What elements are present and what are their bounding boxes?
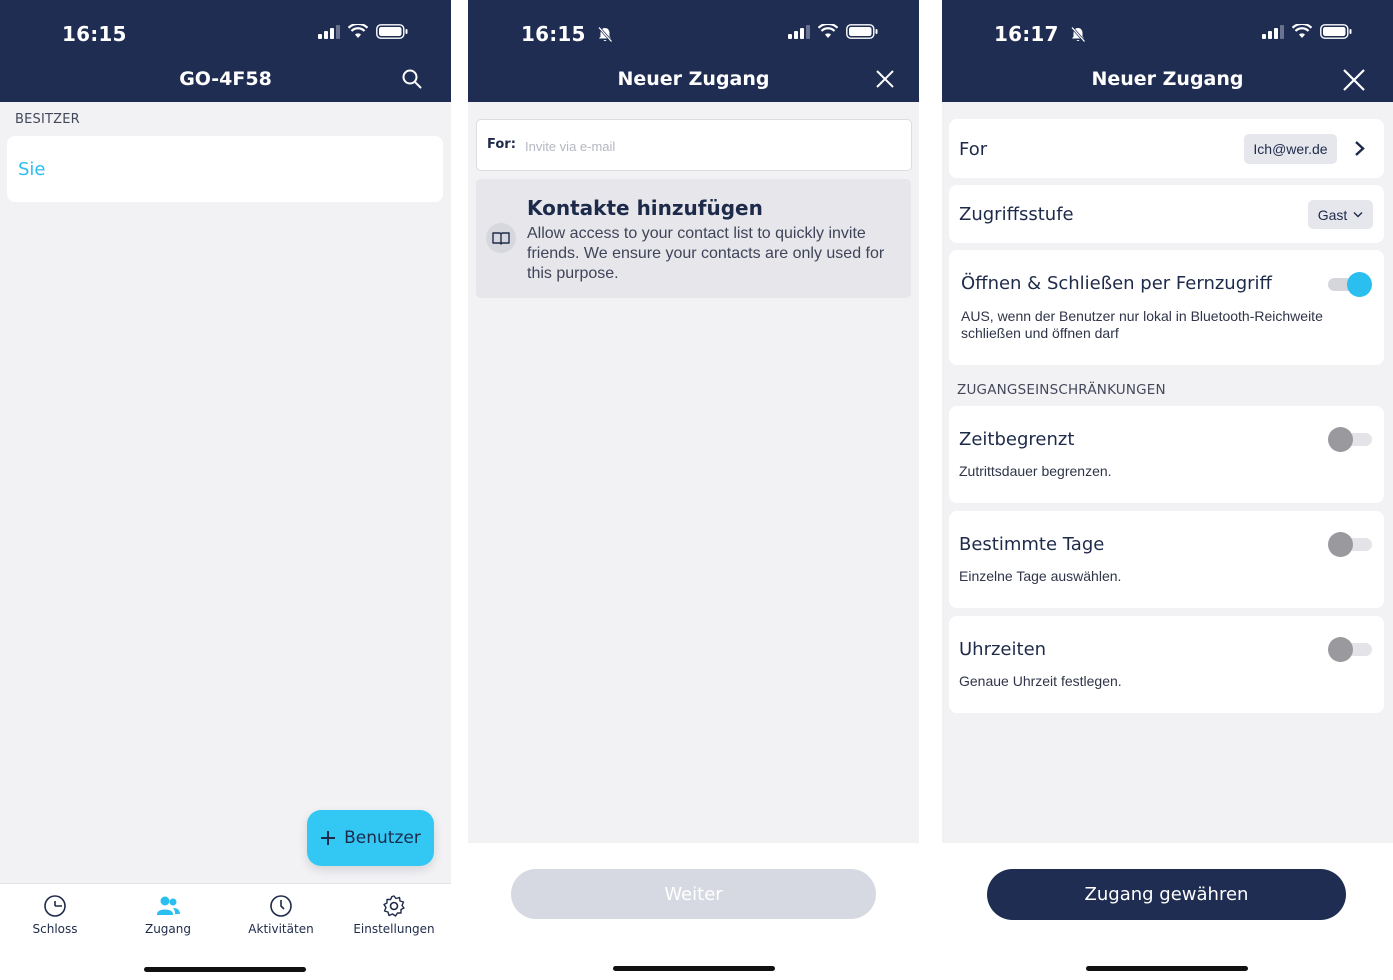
access-level-select[interactable]: Gast	[1308, 200, 1373, 229]
close-icon	[1343, 69, 1365, 91]
status-icons	[1262, 24, 1352, 39]
tab-label: Schloss	[32, 922, 78, 936]
home-indicator	[613, 966, 775, 971]
toggle-knob	[1328, 637, 1353, 662]
tab-aktivitaeten[interactable]: Aktivitäten	[225, 894, 337, 936]
grant-access-button[interactable]: Zugang gewähren	[987, 869, 1346, 920]
add-contacts-card[interactable]: Kontakte hinzufügen Allow access to your…	[476, 179, 911, 298]
time-limited-toggle[interactable]	[1328, 427, 1374, 452]
specific-days-description: Einzelne Tage auswählen.	[959, 568, 1122, 584]
specific-days-card: Bestimmte Tage Einzelne Tage auswählen.	[949, 511, 1384, 608]
access-level-value: Gast	[1317, 206, 1348, 223]
search-icon	[402, 69, 422, 89]
time-limited-card: Zeitbegrenzt Zutrittsdauer begrenzen.	[949, 406, 1384, 503]
bottom-bar: Weiter	[468, 843, 919, 980]
users-icon	[157, 896, 180, 915]
page-title: Neuer Zugang	[1091, 68, 1244, 90]
clock-icon	[270, 895, 292, 917]
remote-access-toggle[interactable]	[1326, 272, 1372, 297]
plus-icon	[321, 831, 336, 845]
bottom-bar: Zugang gewähren	[942, 843, 1393, 980]
home-indicator	[1086, 966, 1248, 971]
chevron-right-icon	[1355, 141, 1365, 156]
app-header: 16:15 Neuer Zugang	[468, 0, 919, 102]
signal-icon	[1262, 24, 1284, 39]
next-button[interactable]: Weiter	[511, 869, 876, 919]
access-level-row: Zugriffsstufe Gast	[949, 185, 1384, 243]
bell-muted-icon	[597, 26, 613, 43]
toggle-knob	[1347, 272, 1372, 297]
section-owner-label: BESITZER	[15, 112, 80, 127]
toggle-knob	[1328, 532, 1353, 557]
times-title: Uhrzeiten	[959, 639, 1047, 660]
tab-bar: Schloss Zugang Aktivitäten Einstellungen	[0, 883, 451, 980]
recipient-email-chip[interactable]: Ich@wer.de	[1244, 134, 1337, 164]
close-button[interactable]	[874, 68, 898, 92]
status-time: 16:17	[994, 22, 1086, 46]
wifi-icon	[818, 24, 838, 38]
search-button[interactable]	[401, 68, 425, 92]
remote-access-description: AUS, wenn der Benutzer nur lokal in Blue…	[961, 308, 1323, 341]
times-description: Genaue Uhrzeit festlegen.	[959, 673, 1122, 689]
recipient-field: For:	[476, 119, 912, 171]
recipient-row[interactable]: For Ich@wer.de	[949, 119, 1384, 178]
battery-icon	[846, 24, 878, 39]
wifi-icon	[348, 24, 368, 38]
add-user-label: Benutzer	[344, 828, 421, 848]
specific-days-toggle[interactable]	[1328, 532, 1374, 557]
owner-row[interactable]: Sie	[7, 136, 443, 202]
signal-icon	[318, 24, 340, 39]
signal-icon	[788, 24, 810, 39]
tab-label: Aktivitäten	[248, 922, 314, 936]
battery-icon	[376, 24, 408, 39]
screen-access-list: 16:15 GO-4F58 BESITZER Sie Benutzer Schl…	[0, 0, 451, 980]
tab-einstellungen[interactable]: Einstellungen	[338, 894, 450, 936]
access-level-label: Zugriffsstufe	[959, 204, 1074, 225]
times-card: Uhrzeiten Genaue Uhrzeit festlegen.	[949, 616, 1384, 713]
remote-access-title: Öffnen & Schließen per Fernzugriff	[961, 273, 1272, 294]
restrictions-section-label: ZUGANGSEINSCHRÄNKUNGEN	[957, 382, 1166, 398]
status-time-text: 16:17	[994, 22, 1059, 46]
contacts-title: Kontakte hinzufügen	[527, 196, 763, 220]
times-toggle[interactable]	[1328, 637, 1374, 662]
close-icon	[876, 70, 894, 88]
specific-days-title: Bestimmte Tage	[959, 534, 1105, 555]
app-header: 16:17 Neuer Zugang	[942, 0, 1393, 102]
remote-access-card: Öffnen & Schließen per Fernzugriff AUS, …	[949, 250, 1384, 365]
wifi-icon	[1292, 24, 1312, 38]
contacts-description: Allow access to your contact list to qui…	[527, 225, 885, 282]
screen-new-access-invite: 16:15 Neuer Zugang For: Kontakte hinzufü…	[468, 0, 919, 980]
time-limited-title: Zeitbegrenzt	[959, 429, 1075, 450]
gear-icon	[383, 895, 405, 917]
status-time-text: 16:15	[521, 22, 586, 46]
page-title: GO-4F58	[179, 68, 272, 90]
home-indicator	[144, 967, 306, 972]
recipient-label: For	[959, 139, 988, 160]
status-icons	[318, 24, 408, 39]
lock-gauge-icon	[44, 895, 66, 917]
contacts-icon-wrap	[486, 223, 516, 253]
time-limited-description: Zutrittsdauer begrenzen.	[959, 463, 1112, 479]
battery-icon	[1320, 24, 1352, 39]
tab-label: Zugang	[144, 922, 192, 936]
email-input[interactable]	[523, 132, 897, 160]
app-header: 16:15 GO-4F58	[0, 0, 451, 102]
tab-label: Einstellungen	[353, 922, 435, 936]
owner-name: Sie	[18, 159, 46, 180]
tab-zugang[interactable]: Zugang	[112, 894, 224, 936]
toggle-knob	[1328, 427, 1353, 452]
page-title: Neuer Zugang	[617, 68, 770, 90]
chevron-down-icon	[1353, 212, 1363, 218]
close-button[interactable]	[1342, 68, 1366, 92]
screen-new-access-settings: 16:17 Neuer Zugang For Ich@wer.de Zugrif…	[942, 0, 1393, 980]
book-icon	[492, 232, 510, 245]
tab-schloss[interactable]: Schloss	[0, 894, 111, 936]
add-user-button[interactable]: Benutzer	[307, 810, 434, 866]
bell-muted-icon	[1070, 26, 1086, 43]
status-time: 16:15	[521, 22, 613, 46]
status-icons	[788, 24, 878, 39]
recipient-label: For:	[487, 137, 516, 152]
status-time: 16:15	[62, 22, 127, 46]
